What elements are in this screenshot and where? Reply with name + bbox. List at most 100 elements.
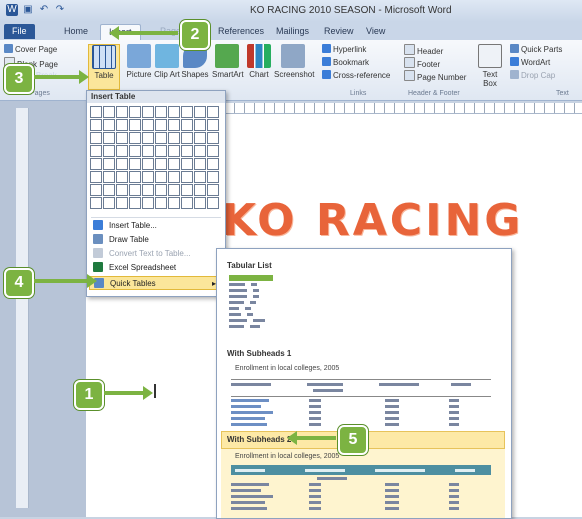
screenshot-button[interactable]: Screenshot — [274, 44, 314, 79]
table-grid-cell[interactable] — [168, 132, 180, 144]
clip-art-button[interactable]: Clip Art — [152, 44, 182, 79]
table-grid-cell[interactable] — [116, 132, 128, 144]
table-grid-cell[interactable] — [194, 197, 206, 209]
table-grid-cell[interactable] — [207, 197, 219, 209]
table-grid-cell[interactable] — [181, 132, 193, 144]
table-grid-cell[interactable] — [155, 106, 167, 118]
table-grid-cell[interactable] — [116, 106, 128, 118]
table-grid-cell[interactable] — [155, 119, 167, 131]
hyperlink-button[interactable]: Hyperlink — [322, 44, 366, 54]
table-grid-cell[interactable] — [142, 119, 154, 131]
smartart-button[interactable]: SmartArt — [212, 44, 244, 79]
table-grid-cell[interactable] — [155, 158, 167, 170]
table-grid-cell[interactable] — [142, 158, 154, 170]
table-grid-cell[interactable] — [168, 197, 180, 209]
convert-text-to-table-item[interactable]: Convert Text to Table... — [89, 247, 223, 261]
table-grid-cell[interactable] — [129, 197, 141, 209]
table-grid-cell[interactable] — [181, 184, 193, 196]
table-grid-cell[interactable] — [90, 119, 102, 131]
table-size-grid[interactable] — [90, 106, 222, 214]
table-grid-cell[interactable] — [129, 132, 141, 144]
table-grid-cell[interactable] — [103, 132, 115, 144]
table-grid-cell[interactable] — [194, 106, 206, 118]
table-grid-cell[interactable] — [207, 106, 219, 118]
table-grid-cell[interactable] — [168, 145, 180, 157]
table-grid-cell[interactable] — [194, 171, 206, 183]
table-grid-cell[interactable] — [155, 145, 167, 157]
wordart-button[interactable]: WordArt — [510, 57, 550, 67]
footer-button[interactable]: Footer — [404, 57, 440, 69]
table-grid-cell[interactable] — [116, 197, 128, 209]
gallery-item-subheads-2-title[interactable]: With Subheads 2 — [227, 435, 291, 444]
table-grid-cell[interactable] — [207, 158, 219, 170]
table-grid-cell[interactable] — [116, 119, 128, 131]
table-grid-cell[interactable] — [103, 197, 115, 209]
insert-table-item[interactable]: Insert Table... — [89, 219, 223, 233]
table-grid-cell[interactable] — [194, 132, 206, 144]
table-grid-cell[interactable] — [207, 171, 219, 183]
table-grid-cell[interactable] — [129, 119, 141, 131]
table-grid-cell[interactable] — [129, 106, 141, 118]
table-grid-cell[interactable] — [116, 158, 128, 170]
table-grid-cell[interactable] — [142, 171, 154, 183]
table-grid-cell[interactable] — [194, 184, 206, 196]
quick-parts-button[interactable]: Quick Parts — [510, 44, 562, 54]
bookmark-button[interactable]: Bookmark — [322, 57, 369, 67]
undo-icon[interactable]: ↶ — [38, 4, 50, 16]
table-grid-cell[interactable] — [103, 171, 115, 183]
table-grid-cell[interactable] — [142, 145, 154, 157]
table-grid-cell[interactable] — [142, 197, 154, 209]
table-grid-cell[interactable] — [129, 158, 141, 170]
table-grid-cell[interactable] — [168, 106, 180, 118]
table-grid-cell[interactable] — [129, 171, 141, 183]
tab-view[interactable]: View — [358, 24, 393, 39]
tab-mailings[interactable]: Mailings — [268, 24, 317, 39]
table-grid-cell[interactable] — [142, 106, 154, 118]
table-grid-cell[interactable] — [155, 184, 167, 196]
excel-spreadsheet-item[interactable]: Excel Spreadsheet — [89, 261, 223, 275]
tab-review[interactable]: Review — [316, 24, 362, 39]
subheads-1-preview[interactable] — [231, 379, 491, 429]
table-grid-cell[interactable] — [103, 158, 115, 170]
table-grid-cell[interactable] — [168, 158, 180, 170]
table-grid-cell[interactable] — [90, 145, 102, 157]
table-grid-cell[interactable] — [116, 184, 128, 196]
table-grid-cell[interactable] — [168, 171, 180, 183]
table-grid-cell[interactable] — [207, 184, 219, 196]
table-grid-cell[interactable] — [116, 171, 128, 183]
tab-file[interactable]: File — [4, 24, 35, 39]
table-grid-cell[interactable] — [90, 158, 102, 170]
table-grid-cell[interactable] — [103, 184, 115, 196]
table-grid-cell[interactable] — [103, 145, 115, 157]
gallery-item-subheads-1-title[interactable]: With Subheads 1 — [227, 349, 291, 358]
drop-cap-button[interactable]: Drop Cap — [510, 70, 555, 80]
table-grid-cell[interactable] — [207, 145, 219, 157]
table-grid-cell[interactable] — [142, 132, 154, 144]
table-grid-cell[interactable] — [168, 184, 180, 196]
table-grid-cell[interactable] — [181, 145, 193, 157]
table-grid-cell[interactable] — [194, 119, 206, 131]
table-grid-cell[interactable] — [207, 119, 219, 131]
table-button[interactable]: Table — [88, 44, 120, 90]
table-grid-cell[interactable] — [155, 171, 167, 183]
table-grid-cell[interactable] — [90, 171, 102, 183]
gallery-item-tabular-list-title[interactable]: Tabular List — [227, 261, 272, 270]
table-grid-cell[interactable] — [90, 132, 102, 144]
redo-icon[interactable]: ↷ — [54, 4, 66, 16]
tab-home[interactable]: Home — [56, 24, 96, 39]
save-icon[interactable]: ▣ — [22, 4, 34, 16]
chart-button[interactable]: Chart — [244, 44, 274, 79]
table-grid-cell[interactable] — [181, 119, 193, 131]
picture-button[interactable]: Picture — [124, 44, 154, 79]
table-grid-cell[interactable] — [194, 145, 206, 157]
page-number-button[interactable]: Page Number — [404, 70, 466, 82]
table-grid-cell[interactable] — [142, 184, 154, 196]
header-button[interactable]: Header — [404, 44, 443, 56]
quick-tables-item[interactable]: Quick Tables ▸ — [89, 276, 223, 290]
table-grid-cell[interactable] — [194, 158, 206, 170]
tab-references[interactable]: References — [210, 24, 272, 39]
table-grid-cell[interactable] — [168, 119, 180, 131]
table-grid-cell[interactable] — [129, 184, 141, 196]
cross-reference-button[interactable]: Cross-reference — [322, 70, 390, 80]
tabular-list-preview[interactable] — [229, 275, 273, 331]
